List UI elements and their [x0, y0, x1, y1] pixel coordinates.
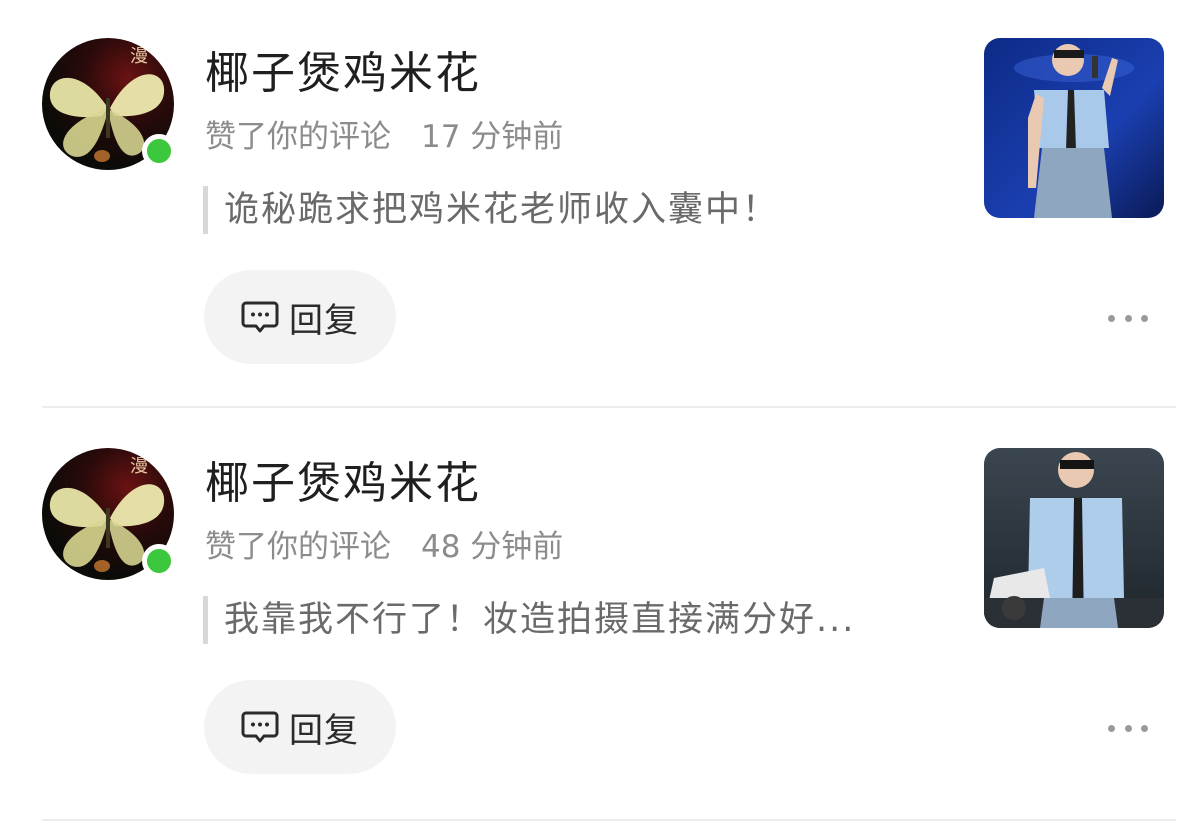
quoted-comment[interactable]: 诡秘跪求把鸡米花老师收入囊中！	[203, 186, 779, 234]
chat-bubble-icon	[241, 711, 279, 743]
timestamp: 48 分钟前	[421, 529, 564, 565]
divider	[42, 406, 1176, 408]
ellipsis-icon[interactable]	[1108, 300, 1148, 336]
notification-meta: 赞了你的评论 48 分钟前	[205, 524, 563, 570]
quoted-comment[interactable]: 我靠我不行了！妆造拍摄直接满分好...	[203, 596, 855, 644]
svg-text:漫: 漫	[130, 46, 148, 67]
divider	[42, 819, 1176, 821]
online-status-dot	[142, 134, 176, 168]
online-status-dot	[142, 544, 176, 578]
chat-bubble-icon	[241, 301, 279, 333]
notification-list: 漫 椰子煲鸡米花 赞了你的评论 17 分钟前 诡秘跪求把鸡米花老师收入囊中！ 回复	[0, 0, 1204, 825]
avatar[interactable]: 漫	[42, 38, 176, 170]
post-thumbnail[interactable]	[984, 38, 1164, 218]
action-text: 赞了你的评论	[205, 119, 391, 155]
reply-button[interactable]: 回复	[204, 270, 396, 364]
ellipsis-icon[interactable]	[1108, 710, 1148, 746]
username[interactable]: 椰子煲鸡米花	[205, 454, 481, 514]
username[interactable]: 椰子煲鸡米花	[205, 44, 481, 104]
post-thumbnail[interactable]	[984, 448, 1164, 628]
svg-text:漫: 漫	[130, 456, 148, 477]
reply-button[interactable]: 回复	[204, 680, 396, 774]
reply-label: 回复	[289, 300, 359, 341]
action-text: 赞了你的评论	[205, 529, 391, 565]
timestamp: 17 分钟前	[421, 119, 564, 155]
notification-item[interactable]: 漫 椰子煲鸡米花 赞了你的评论 17 分钟前 诡秘跪求把鸡米花老师收入囊中！ 回复	[0, 0, 1204, 410]
avatar[interactable]: 漫	[42, 448, 176, 580]
notification-meta: 赞了你的评论 17 分钟前	[205, 114, 563, 160]
thumbnail-image	[984, 448, 1164, 628]
reply-label: 回复	[289, 710, 359, 751]
thumbnail-image	[984, 38, 1164, 218]
notification-item[interactable]: 漫 椰子煲鸡米花 赞了你的评论 48 分钟前 我靠我不行了！妆造拍摄直接满分好..…	[0, 410, 1204, 820]
